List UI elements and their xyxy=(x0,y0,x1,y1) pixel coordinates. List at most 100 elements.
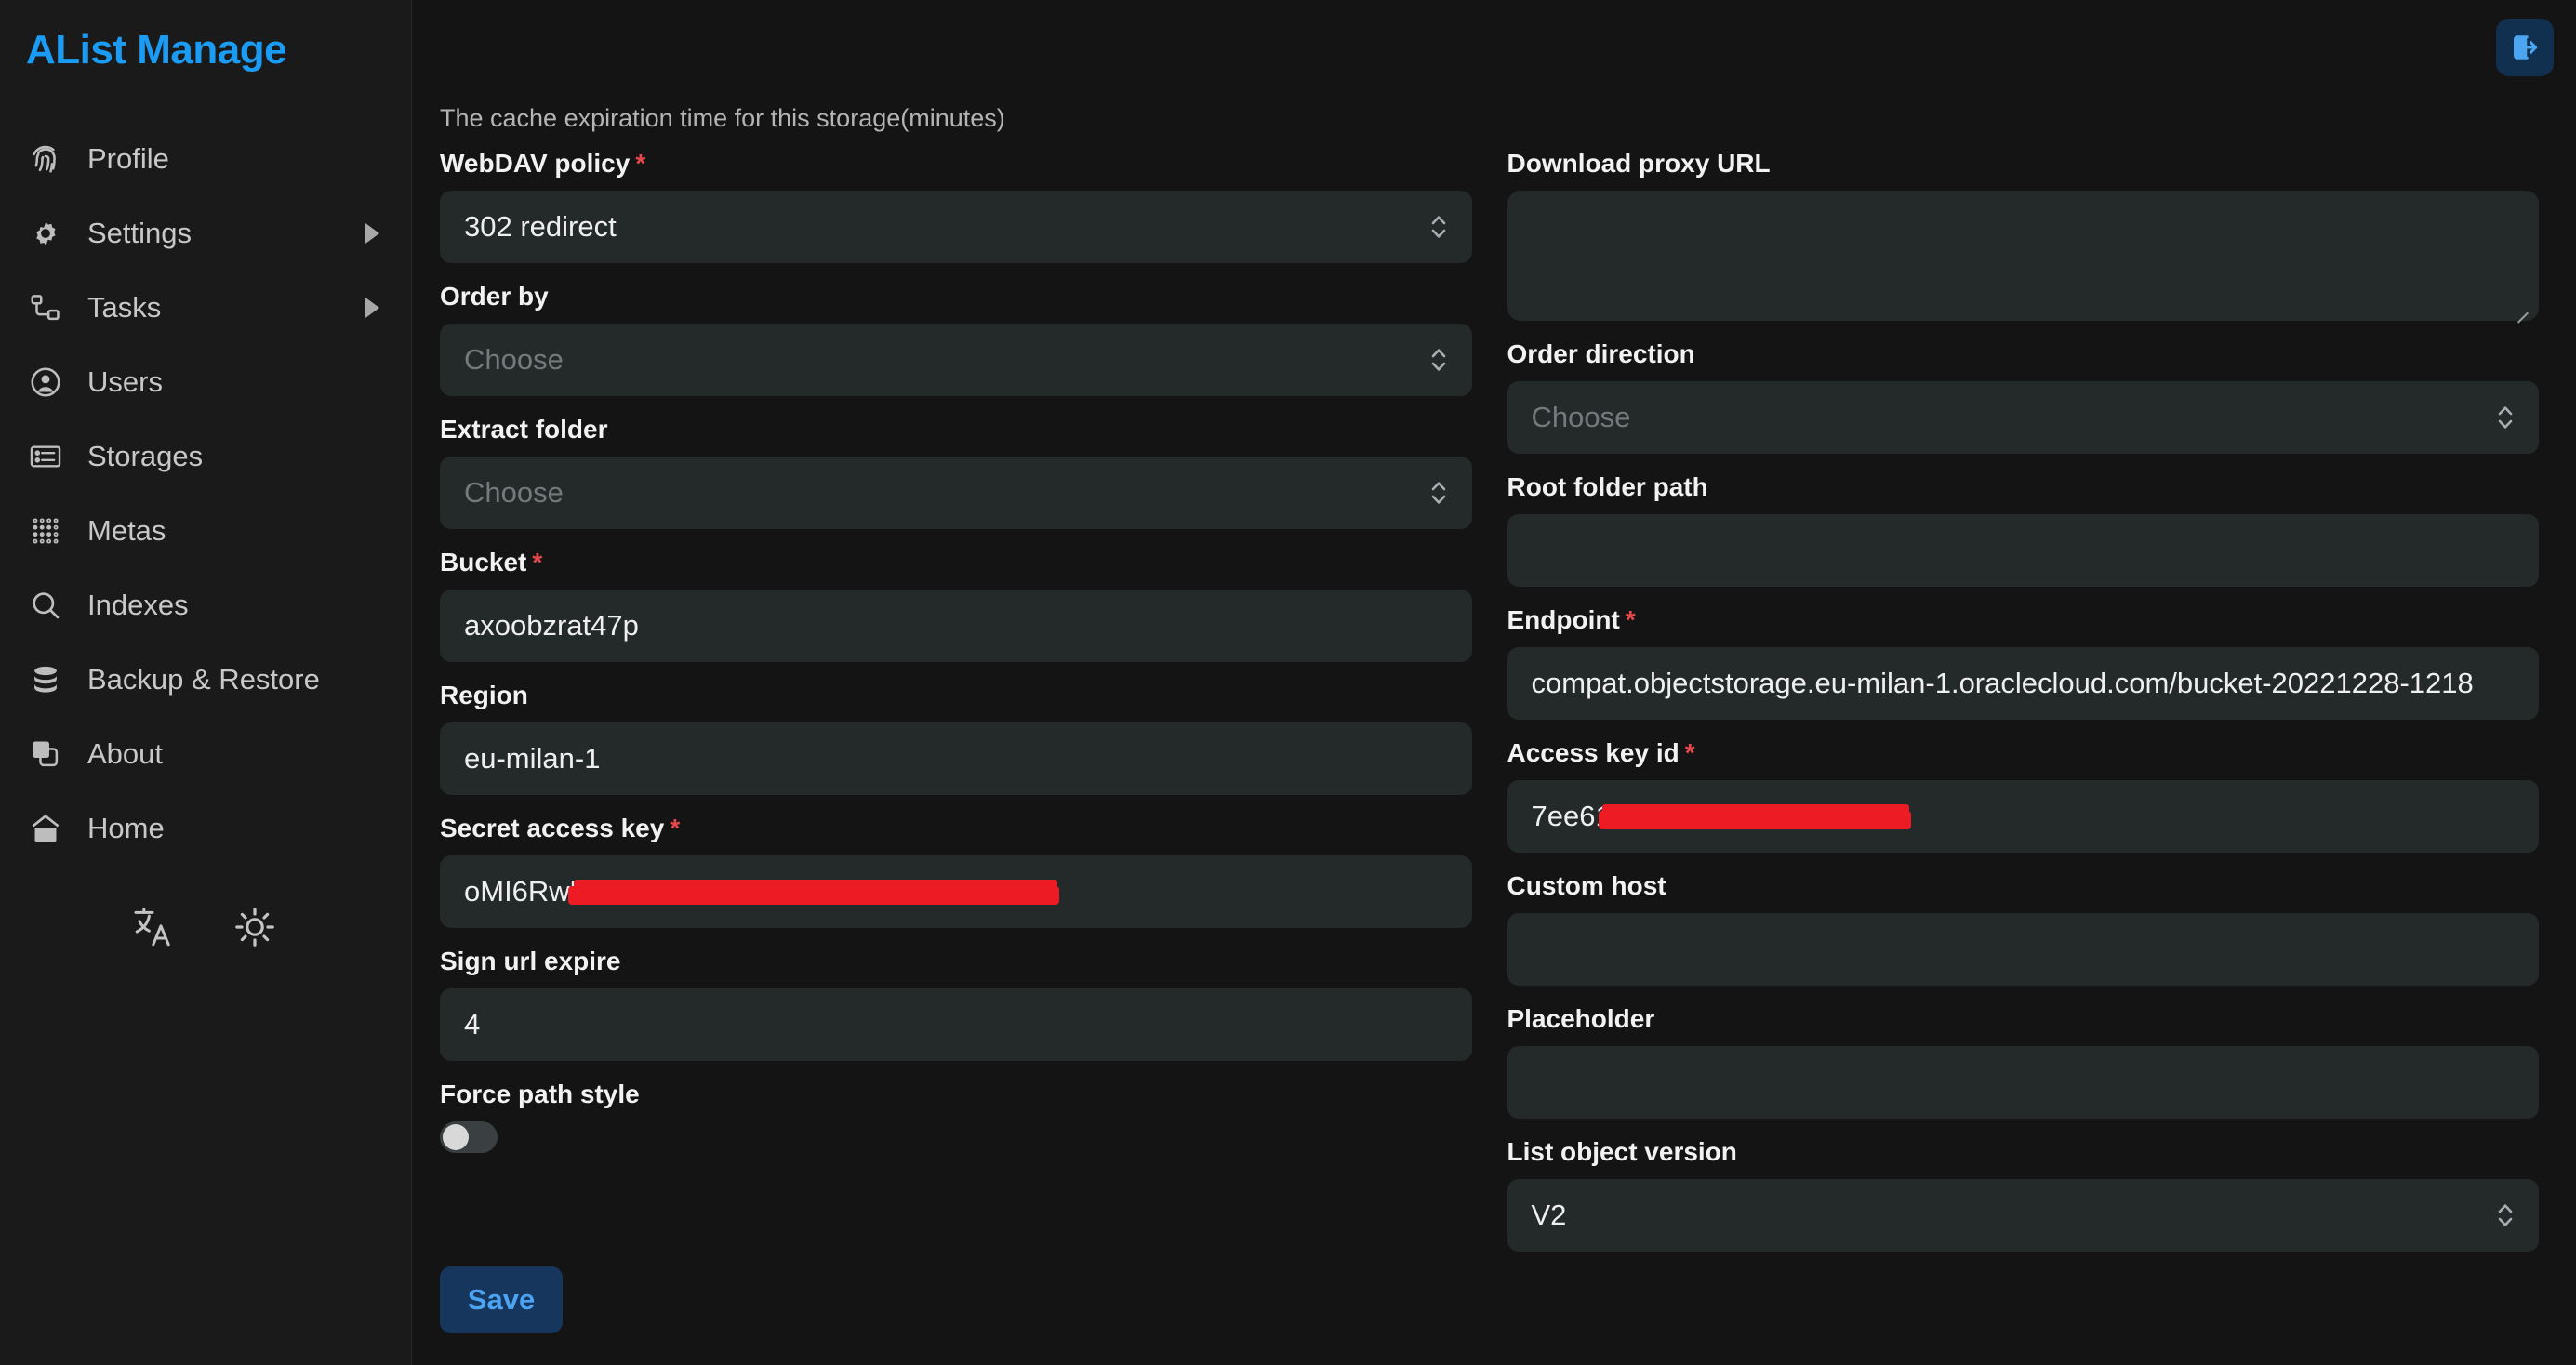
toggle-knob xyxy=(443,1124,469,1150)
region-input[interactable] xyxy=(440,722,1472,795)
form-right-column: Download proxy URL Order direction Choos… xyxy=(1507,149,2539,1255)
list-object-version-select[interactable]: V2 xyxy=(1507,1179,2539,1252)
save-button[interactable]: Save xyxy=(440,1266,563,1333)
sidebar-item-label: Users xyxy=(87,364,163,398)
sidebar-item-label: Indexes xyxy=(87,588,189,621)
sidebar-item-metas[interactable]: Metas xyxy=(0,494,411,568)
bucket-input[interactable] xyxy=(440,590,1472,662)
field-custom-host: Custom host xyxy=(1507,871,2539,986)
home-icon xyxy=(26,809,65,848)
server-icon xyxy=(26,437,65,476)
field-access-key-id: Access key id * 7ee612 xyxy=(1507,738,2539,853)
select-placeholder: Choose xyxy=(464,476,564,509)
chevron-updown-icon xyxy=(2496,399,2515,436)
sidebar-item-home[interactable]: Home xyxy=(0,791,411,866)
field-label: Access key id * xyxy=(1507,738,1695,767)
field-label: Endpoint * xyxy=(1507,605,1636,634)
sidebar: AList Manage Profile Settings Tasks User… xyxy=(0,0,412,1365)
language-icon[interactable] xyxy=(130,905,175,949)
sidebar-item-tasks[interactable]: Tasks xyxy=(0,271,411,345)
field-label: List object version xyxy=(1507,1137,1737,1166)
required-marker: * xyxy=(670,814,681,842)
theme-sun-icon[interactable] xyxy=(232,905,277,949)
field-root-folder-path: Root folder path xyxy=(1507,472,2539,587)
field-sign-url-expire: Sign url expire xyxy=(440,947,1472,1061)
app-root: AList Manage Profile Settings Tasks User… xyxy=(0,0,2576,1365)
field-label: Root folder path xyxy=(1507,472,1708,501)
sidebar-item-indexes[interactable]: Indexes xyxy=(0,568,411,643)
endpoint-input[interactable] xyxy=(1507,647,2539,720)
field-label: Extract folder xyxy=(440,415,608,444)
download-proxy-url-textarea[interactable] xyxy=(1507,191,2539,321)
sidebar-item-about[interactable]: About xyxy=(0,717,411,791)
resize-grip-icon[interactable] xyxy=(2515,298,2531,315)
sidebar-item-profile[interactable]: Profile xyxy=(0,122,411,196)
sidebar-item-backup-restore[interactable]: Backup & Restore xyxy=(0,643,411,717)
sidebar-item-label: Metas xyxy=(87,513,166,547)
chevron-updown-icon xyxy=(1429,208,1448,245)
required-marker: * xyxy=(1625,605,1636,634)
redacted-value-wrap: 7ee612 xyxy=(1532,800,1911,833)
layers-icon xyxy=(26,735,65,774)
field-label: Secret access key * xyxy=(440,814,681,842)
field-force-path-style: Force path style xyxy=(440,1080,1472,1153)
extract-folder-select[interactable]: Choose xyxy=(440,457,1472,529)
sidebar-item-label: Home xyxy=(87,811,165,844)
logout-icon xyxy=(2508,31,2542,64)
redaction-mark xyxy=(1598,811,1911,830)
field-region: Region xyxy=(440,681,1472,795)
access-key-id-input[interactable]: 7ee612 xyxy=(1507,780,2539,853)
required-marker: * xyxy=(635,149,646,178)
field-label: Download proxy URL xyxy=(1507,149,1771,178)
select-placeholder: Choose xyxy=(1531,401,1631,433)
storage-settings-form: WebDAV policy * 302 redirect Order by Cho… xyxy=(440,149,2539,1255)
sidebar-item-label: Profile xyxy=(87,141,169,175)
field-label: WebDAV policy * xyxy=(440,149,646,178)
redacted-value-wrap: oMI6Rwb xyxy=(464,875,1059,908)
redaction-mark xyxy=(568,886,1059,906)
field-order-direction: Order direction Choose xyxy=(1507,339,2539,454)
tasks-icon xyxy=(26,288,65,327)
chevron-updown-icon xyxy=(1429,474,1448,511)
select-value: V2 xyxy=(1531,1199,1567,1231)
app-brand-title: AList Manage xyxy=(26,27,287,73)
sidebar-item-users[interactable]: Users xyxy=(0,345,411,419)
field-label: Custom host xyxy=(1507,871,1666,900)
cache-expiration-helper-text: The cache expiration time for this stora… xyxy=(440,104,1005,132)
sidebar-item-label: About xyxy=(87,736,164,770)
select-value: 302 redirect xyxy=(464,210,617,243)
field-label: Bucket * xyxy=(440,548,543,576)
root-folder-path-input[interactable] xyxy=(1507,514,2539,587)
sign-url-expire-input[interactable] xyxy=(440,988,1472,1061)
sidebar-item-settings[interactable]: Settings xyxy=(0,196,411,271)
search-icon xyxy=(26,586,65,625)
field-label: Force path style xyxy=(440,1080,640,1108)
field-download-proxy-url: Download proxy URL xyxy=(1507,149,2539,321)
field-webdav-policy: WebDAV policy * 302 redirect xyxy=(440,149,1472,263)
placeholder-input[interactable] xyxy=(1507,1046,2539,1119)
secret-access-key-input[interactable]: oMI6Rwb xyxy=(440,855,1472,928)
custom-host-input[interactable] xyxy=(1507,913,2539,986)
sidebar-item-label: Settings xyxy=(87,216,193,249)
fingerprint-icon xyxy=(26,139,65,179)
field-label: Order direction xyxy=(1507,339,1695,368)
field-label: Sign url expire xyxy=(440,947,621,975)
database-icon xyxy=(26,660,65,699)
field-label: Region xyxy=(440,681,528,709)
sidebar-item-storages[interactable]: Storages xyxy=(0,419,411,494)
logout-button[interactable] xyxy=(2496,19,2554,76)
field-placeholder: Placeholder xyxy=(1507,1004,2539,1119)
force-path-style-toggle[interactable] xyxy=(440,1121,498,1153)
webdav-policy-select[interactable]: 302 redirect xyxy=(440,191,1472,263)
field-order-by: Order by Choose xyxy=(440,282,1472,396)
sidebar-tools xyxy=(0,866,411,949)
sidebar-item-label: Tasks xyxy=(87,290,162,324)
order-direction-select[interactable]: Choose xyxy=(1507,381,2539,454)
required-marker: * xyxy=(532,548,543,576)
chevron-right-icon[interactable] xyxy=(365,297,379,318)
chevron-right-icon[interactable] xyxy=(365,222,379,244)
user-circle-icon xyxy=(26,363,65,402)
sidebar-item-label: Backup & Restore xyxy=(87,662,320,696)
chevron-updown-icon xyxy=(1429,341,1448,378)
order-by-select[interactable]: Choose xyxy=(440,324,1472,396)
